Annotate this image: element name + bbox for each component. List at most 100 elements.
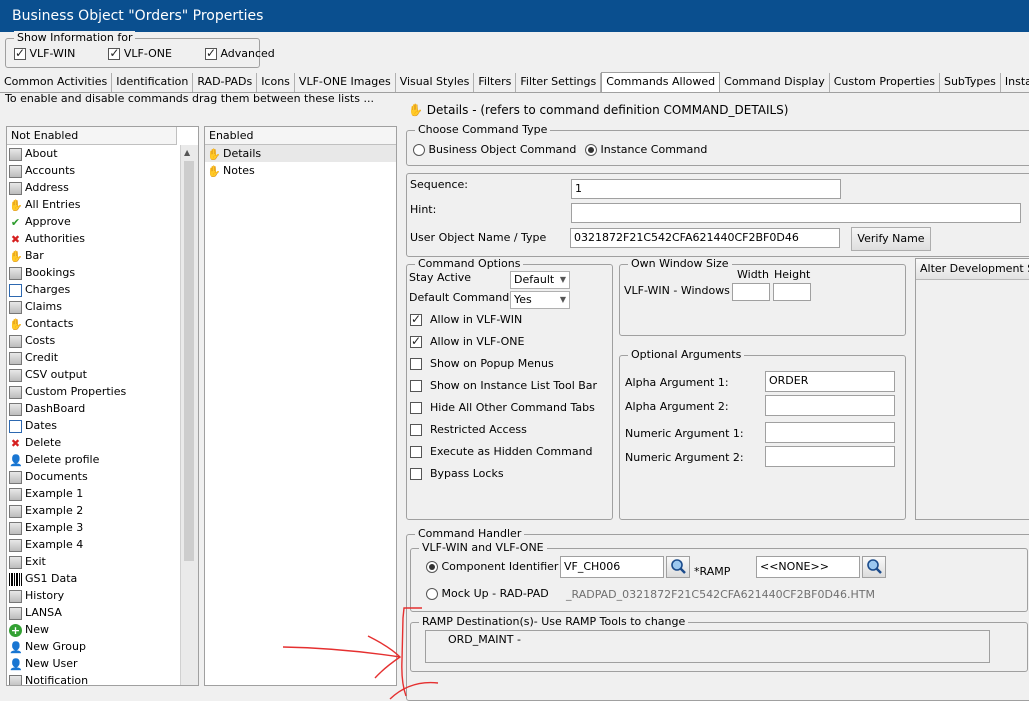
list-item[interactable]: CSV output [7, 366, 179, 383]
list-item[interactable]: ✖ Authorities [7, 230, 179, 247]
list-item[interactable]: Example 4 [7, 536, 179, 553]
list-item[interactable]: About [7, 145, 179, 162]
list-item-label: Notes [223, 164, 255, 177]
default-command-select[interactable]: Yes ▼ [510, 291, 570, 309]
option-checkbox[interactable]: Allow in VLF-WIN [410, 312, 610, 335]
list-item[interactable]: + New [7, 621, 179, 638]
list-item[interactable]: ✋ Details [205, 145, 396, 162]
doc-icon [9, 589, 22, 603]
list-item[interactable]: Charges [7, 281, 179, 298]
list-item[interactable]: Claims [7, 298, 179, 315]
list-item[interactable]: Dates [7, 417, 179, 434]
list-item[interactable]: Notification [7, 672, 179, 685]
tab-rad-pads[interactable]: RAD-PADs [193, 73, 258, 92]
verify-name-button[interactable]: Verify Name [851, 227, 931, 251]
option-checkbox[interactable]: Show on Popup Menus [410, 357, 610, 379]
list-item[interactable]: ✋ Bar [7, 247, 179, 264]
width-label: Width [737, 268, 769, 281]
user-object-label: User Object Name / Type [410, 231, 547, 244]
list-item[interactable]: 👤 New User [7, 655, 179, 672]
list-item[interactable]: 👤 Delete profile [7, 451, 179, 468]
list-item-label: Exit [25, 555, 46, 568]
list-item[interactable]: Accounts [7, 162, 179, 179]
list-item[interactable]: GS1 Data [7, 570, 179, 587]
list-item[interactable]: Address [7, 179, 179, 196]
list-item[interactable]: Exit [7, 553, 179, 570]
list-item-label: Example 3 [25, 521, 84, 534]
tab-identification[interactable]: Identification [112, 73, 194, 92]
list-item-label: New [25, 623, 49, 636]
tab-icons[interactable]: Icons [257, 73, 295, 92]
option-checkbox[interactable]: Hide All Other Command Tabs [410, 401, 610, 423]
optional-arg-label: Alpha Argument 1: [625, 376, 729, 389]
list-item[interactable]: ✋ All Entries [7, 196, 179, 213]
optional-arg-input[interactable] [765, 446, 895, 467]
tab-filter-settings[interactable]: Filter Settings [516, 73, 602, 92]
tab-commands-allowed[interactable]: Commands Allowed [601, 72, 721, 92]
list-item-label: Example 4 [25, 538, 84, 551]
option-checkbox[interactable]: Allow in VLF-ONE [410, 334, 610, 357]
list-item[interactable]: ✔ Approve [7, 213, 179, 230]
component-identifier-input[interactable]: VF_CH006 [560, 556, 664, 578]
user-object-input[interactable]: 0321872F21C542CFA621440CF2BF0D46 [570, 228, 840, 248]
list-item[interactable]: Example 2 [7, 502, 179, 519]
component-search-button[interactable] [666, 556, 690, 578]
option-checkbox[interactable]: Bypass Locks [410, 467, 610, 489]
tab-command-display[interactable]: Command Display [720, 73, 830, 92]
option-checkbox[interactable]: Restricted Access [410, 423, 610, 445]
vlf-one-checkbox[interactable]: VLF-ONE [108, 46, 172, 60]
list-item-label: Address [25, 181, 69, 194]
alter-development-header[interactable]: Alter Development Statu [916, 259, 1029, 280]
tab-filters[interactable]: Filters [474, 73, 517, 92]
tab-vlf-one-images[interactable]: VLF-ONE Images [295, 73, 396, 92]
window-width-input[interactable] [732, 283, 770, 301]
list-item-label: GS1 Data [25, 572, 78, 585]
list-item[interactable]: DashBoard [7, 400, 179, 417]
stay-active-select[interactable]: Default ▼ [510, 271, 570, 289]
optional-arg-input[interactable] [765, 395, 895, 416]
scroll-up-icon[interactable]: ▲ [184, 148, 190, 157]
list-item[interactable]: Costs [7, 332, 179, 349]
window-height-input[interactable] [773, 283, 811, 301]
optional-arg-label: Numeric Argument 2: [625, 451, 744, 464]
list-item[interactable]: Bookings [7, 264, 179, 281]
list-item[interactable]: ✋ Notes [205, 162, 396, 179]
list-item[interactable]: Custom Properties [7, 383, 179, 400]
mockup-radpad-radio[interactable]: Mock Up - RAD-PAD [426, 587, 549, 600]
list-item[interactable]: ✖ Delete [7, 434, 179, 451]
tab-visual-styles[interactable]: Visual Styles [396, 73, 475, 92]
business-object-radio[interactable]: Business Object Command [413, 143, 576, 156]
hint-input[interactable] [571, 203, 1021, 223]
list-item[interactable]: ✋ Contacts [7, 315, 179, 332]
list-item[interactable]: Example 3 [7, 519, 179, 536]
option-checkbox[interactable]: Show on Instance List Tool Bar [410, 379, 610, 401]
advanced-checkbox[interactable]: Advanced [204, 46, 275, 60]
tab-common-activities[interactable]: Common Activities [0, 73, 113, 92]
list-item-label: Accounts [25, 164, 76, 177]
instance-command-radio[interactable]: Instance Command [585, 143, 707, 156]
not-enabled-list[interactable]: Not Enabled About Accounts Address ✋ All Ent… [6, 126, 199, 686]
ramp-input[interactable]: <<NONE>> [756, 556, 860, 578]
sequence-input[interactable]: 1 [571, 179, 841, 199]
tab-instance-list[interactable]: Instance List [1001, 73, 1029, 92]
list-item[interactable]: 👤 New Group [7, 638, 179, 655]
doc-icon [9, 470, 22, 484]
sequence-label: Sequence: [410, 178, 468, 191]
show-info-group: Show Information for VLF-WIN VLF-ONE Adv… [5, 31, 275, 68]
scroll-thumb[interactable] [184, 161, 194, 561]
optional-arg-input[interactable]: ORDER [765, 371, 895, 392]
vlf-win-checkbox[interactable]: VLF-WIN [14, 46, 75, 60]
option-checkbox[interactable]: Execute as Hidden Command [410, 445, 610, 467]
list-item[interactable]: Credit [7, 349, 179, 366]
doc-icon [9, 266, 22, 280]
optional-arg-input[interactable] [765, 422, 895, 443]
list-item[interactable]: Documents [7, 468, 179, 485]
not-enabled-scrollbar[interactable]: ▲ [180, 145, 198, 685]
list-item[interactable]: History [7, 587, 179, 604]
component-identifier-radio[interactable]: Component Identifier [426, 560, 558, 573]
list-item[interactable]: Example 1 [7, 485, 179, 502]
tab-custom-properties[interactable]: Custom Properties [830, 73, 940, 92]
tab-subtypes[interactable]: SubTypes [940, 73, 1001, 92]
ramp-search-button[interactable] [862, 556, 886, 578]
list-item[interactable]: LANSA [7, 604, 179, 621]
